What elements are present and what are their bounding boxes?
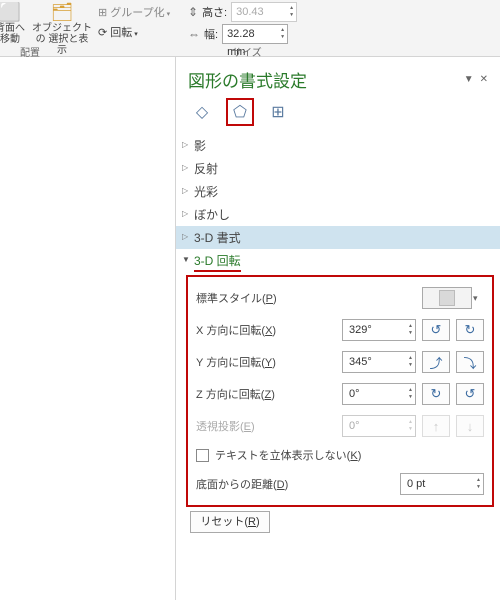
height-label: 高さ: bbox=[202, 4, 227, 20]
ribbon: ⬜ 背面へ 移動 🗂 オブジェクトの 選択と表示 ⊞ グループ化▾ ⟳ 回転▾ … bbox=[0, 0, 500, 57]
y-rot-down-icon[interactable]: ⤵ bbox=[456, 351, 484, 373]
section-3d-format[interactable]: 3-D 書式 bbox=[176, 226, 500, 249]
x-rot-left-icon[interactable]: ↺ bbox=[422, 319, 450, 341]
close-icon[interactable]: ✕ bbox=[480, 74, 488, 85]
send-back-label: 背面へ 移動 bbox=[0, 23, 30, 45]
width-label: 幅: bbox=[204, 26, 218, 42]
preset-picker[interactable] bbox=[422, 287, 472, 309]
pane-header: 図形の書式設定 ▼ ✕ bbox=[176, 57, 500, 98]
width-input[interactable]: 32.28 mm bbox=[222, 24, 288, 44]
persp-down-icon: ↓ bbox=[456, 415, 484, 437]
rotate-button[interactable]: ⟳ 回転▾ bbox=[98, 24, 138, 40]
z-rotation-row: Z 方向に回転(Z) 0° ↻ ↺ bbox=[196, 383, 484, 405]
z-rot-cw-icon[interactable]: ↺ bbox=[456, 383, 484, 405]
pane-dropdown-icon[interactable]: ▼ bbox=[464, 74, 474, 85]
z-rot-ccw-icon[interactable]: ↻ bbox=[422, 383, 450, 405]
selection-pane-group[interactable]: 🗂 オブジェクトの 選択と表示 bbox=[32, 2, 92, 56]
z-rot-label: Z 方向に回転(Z) bbox=[196, 386, 342, 402]
x-rot-input[interactable]: 329° bbox=[342, 319, 416, 341]
z-rot-input[interactable]: 0° bbox=[342, 383, 416, 405]
persp-up-icon: ↑ bbox=[422, 415, 450, 437]
send-back-icon: ⬜ bbox=[0, 2, 30, 23]
pane-title: 図形の書式設定 bbox=[188, 67, 458, 92]
x-rot-label: X 方向に回転(X) bbox=[196, 322, 342, 338]
distance-row: 底面からの距離(D) 0 pt bbox=[196, 473, 484, 495]
x-rot-right-icon[interactable]: ↻ bbox=[456, 319, 484, 341]
section-shadow[interactable]: 影 bbox=[176, 134, 500, 157]
keep-text-flat-row[interactable]: テキストを立体表示しない(K) bbox=[196, 447, 484, 463]
perspective-input: 0° bbox=[342, 415, 416, 437]
height-icon: ⇕ bbox=[188, 5, 198, 19]
section-reflection[interactable]: 反射 bbox=[176, 157, 500, 180]
flat-text-label: テキストを立体表示しない(K) bbox=[215, 447, 361, 463]
preset-row: 標準スタイル(P) bbox=[196, 287, 484, 309]
y-rot-up-icon[interactable]: ⤴ bbox=[422, 351, 450, 373]
section-glow[interactable]: 光彩 bbox=[176, 180, 500, 203]
flat-text-checkbox[interactable] bbox=[196, 449, 209, 462]
perspective-row: 透視投影(E) 0° ↑ ↓ bbox=[196, 415, 484, 437]
section-3d-rotation[interactable]: 3-D 回転 bbox=[176, 249, 500, 275]
size-props-tab[interactable]: ⊞ bbox=[264, 98, 292, 126]
bring-back-group[interactable]: ⬜ 背面へ 移動 bbox=[0, 2, 30, 45]
group-button[interactable]: ⊞ グループ化▾ bbox=[98, 4, 170, 20]
y-rot-label: Y 方向に回転(Y) bbox=[196, 354, 342, 370]
distance-input[interactable]: 0 pt bbox=[400, 473, 484, 495]
format-shape-pane: 図形の書式設定 ▼ ✕ ◇ ⬠ ⊞ 影 反射 光彩 ぼかし 3-D 書式 3-D… bbox=[175, 57, 500, 600]
perspective-label: 透視投影(E) bbox=[196, 418, 342, 434]
section-blur[interactable]: ぼかし bbox=[176, 203, 500, 226]
y-rot-input[interactable]: 345° bbox=[342, 351, 416, 373]
category-tabs: ◇ ⬠ ⊞ bbox=[176, 98, 500, 134]
reset-button[interactable]: リセット(R) bbox=[190, 511, 270, 533]
effects-tab[interactable]: ⬠ bbox=[226, 98, 254, 126]
fill-line-tab[interactable]: ◇ bbox=[188, 98, 216, 126]
width-row: ⇔ 幅: 32.28 mm bbox=[188, 24, 288, 44]
arrange-caption: 配置 bbox=[20, 44, 40, 59]
height-row: ⇕ 高さ: 30.43 mm bbox=[188, 2, 297, 22]
x-rotation-row: X 方向に回転(X) 329° ↺ ↻ bbox=[196, 319, 484, 341]
height-input[interactable]: 30.43 mm bbox=[231, 2, 297, 22]
selection-icon: 🗂 bbox=[32, 2, 92, 23]
y-rotation-row: Y 方向に回転(Y) 345° ⤴ ⤵ bbox=[196, 351, 484, 373]
rotation-panel: 標準スタイル(P) X 方向に回転(X) 329° ↺ ↻ Y 方向に回転(Y)… bbox=[186, 275, 494, 507]
width-icon: ⇔ bbox=[188, 27, 200, 41]
selection-label: オブジェクトの 選択と表示 bbox=[32, 23, 92, 56]
distance-label: 底面からの距離(D) bbox=[196, 476, 400, 492]
preset-label: 標準スタイル(P) bbox=[196, 290, 422, 306]
